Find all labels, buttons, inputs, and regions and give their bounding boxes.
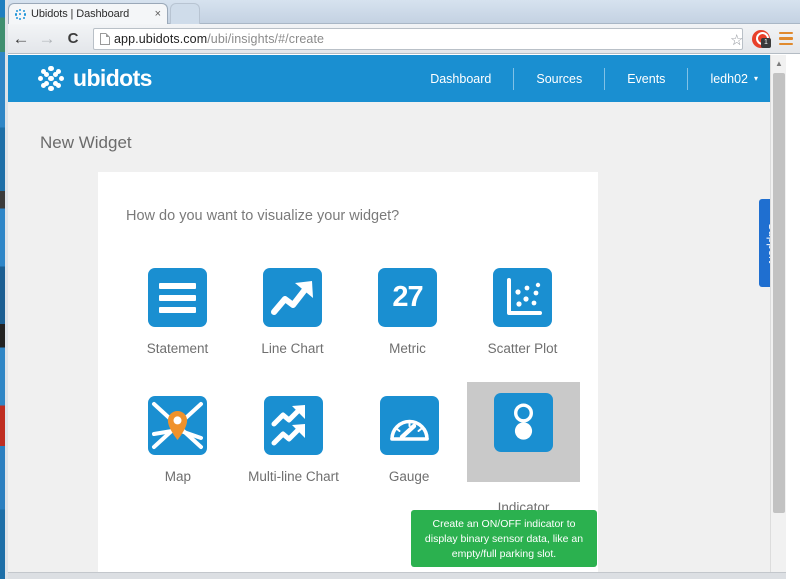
background-window-edge bbox=[0, 0, 8, 579]
page-viewport: ubidots Dashboard Sources Events ledh02 … bbox=[8, 55, 786, 579]
page-info-icon bbox=[100, 33, 110, 45]
card-question: How do you want to visualize your widget… bbox=[126, 208, 400, 224]
url-text: app.ubidots.com/ubi/insights/#/create bbox=[114, 32, 324, 46]
hamburger-menu-icon[interactable] bbox=[779, 32, 793, 46]
widget-option-label: Scatter Plot bbox=[487, 341, 558, 356]
nav-item-label: Events bbox=[627, 71, 666, 86]
tab-strip: Ubidots | Dashboard × bbox=[0, 0, 800, 24]
ubidots-logo-icon bbox=[38, 65, 64, 92]
nav-item-events[interactable]: Events bbox=[605, 67, 689, 90]
indicator-icon bbox=[494, 393, 553, 452]
widget-option-map[interactable]: Map bbox=[120, 382, 236, 510]
scrollbar-thumb[interactable] bbox=[773, 73, 785, 513]
widget-row: Map Multi-line Chart Gauge Indicator bbox=[120, 382, 580, 515]
nav-item-sources[interactable]: Sources bbox=[514, 67, 606, 90]
new-tab-button[interactable] bbox=[170, 3, 200, 24]
tooltip: Create an ON/OFF indicator to display bi… bbox=[411, 510, 597, 567]
nav-item-label: ledh02 bbox=[710, 71, 748, 86]
ubidots-favicon bbox=[14, 8, 26, 20]
brand-name: ubidots bbox=[73, 65, 152, 91]
line-chart-icon bbox=[263, 268, 322, 327]
chevron-down-icon: ▾ bbox=[753, 74, 758, 83]
address-bar[interactable]: app.ubidots.com/ubi/insights/#/create bbox=[93, 28, 743, 50]
widget-option-indicator[interactable]: Indicator bbox=[467, 382, 580, 515]
tab-close-icon[interactable]: × bbox=[155, 8, 161, 20]
extension-badge: 1 bbox=[761, 38, 771, 48]
widget-option-label: Statement bbox=[146, 341, 209, 356]
nav-item-dashboard[interactable]: Dashboard bbox=[408, 67, 515, 90]
widget-option-label: Gauge bbox=[388, 469, 430, 484]
app-logo[interactable]: ubidots bbox=[38, 65, 152, 92]
widget-option-label: Metric bbox=[389, 341, 426, 356]
widget-option-label: Line Chart bbox=[261, 341, 324, 356]
tooltip-text: Create an ON/OFF indicator to display bi… bbox=[424, 518, 584, 560]
nav-item-label: Dashboard bbox=[430, 71, 492, 86]
scroll-up-icon[interactable]: ▲ bbox=[771, 55, 786, 71]
gauge-icon bbox=[379, 396, 439, 455]
metric-icon: 27 bbox=[378, 268, 437, 327]
url-host: app.ubidots.com bbox=[114, 32, 208, 46]
back-icon[interactable]: ← bbox=[8, 26, 34, 52]
widget-option-gauge[interactable]: Gauge bbox=[351, 382, 467, 510]
metric-value: 27 bbox=[392, 281, 423, 313]
app-navbar: ubidots Dashboard Sources Events ledh02 … bbox=[8, 55, 786, 102]
widget-option-line-chart[interactable]: Line Chart bbox=[235, 254, 350, 382]
app-nav-items: Dashboard Sources Events ledh02 ▾ bbox=[408, 55, 786, 102]
screenshot-root: Ubidots | Dashboard × ← → C app.ubidots.… bbox=[0, 0, 800, 579]
extension-icon[interactable]: 1 bbox=[752, 30, 771, 48]
map-icon bbox=[148, 396, 208, 455]
multi-line-chart-icon bbox=[264, 396, 323, 455]
widget-option-label: Multi-line Chart bbox=[248, 469, 339, 484]
reload-icon[interactable]: C bbox=[60, 26, 86, 52]
page-title: New Widget bbox=[40, 133, 132, 152]
tab-title: Ubidots | Dashboard bbox=[31, 8, 130, 20]
statement-icon bbox=[148, 268, 207, 327]
widget-option-multi-line-chart[interactable]: Multi-line Chart bbox=[236, 382, 352, 510]
window-bottom-edge bbox=[8, 572, 786, 579]
widget-type-grid: Statement Line Chart 27 Metric Scatter P… bbox=[120, 254, 580, 515]
widget-option-label: Map bbox=[164, 469, 191, 484]
bookmark-star-icon[interactable]: ☆ bbox=[730, 31, 743, 49]
page-scrollbar[interactable]: ▲ bbox=[770, 55, 786, 579]
widget-option-statement[interactable]: Statement bbox=[120, 254, 235, 382]
browser-tab[interactable]: Ubidots | Dashboard × bbox=[8, 3, 168, 24]
widget-option-scatter-plot[interactable]: Scatter Plot bbox=[465, 254, 580, 382]
widget-row: Statement Line Chart 27 Metric Scatter P… bbox=[120, 254, 580, 382]
nav-item-label: Sources bbox=[536, 71, 583, 86]
forward-icon[interactable]: → bbox=[34, 26, 60, 52]
url-path: /ubi/insights/#/create bbox=[207, 32, 325, 46]
widget-option-metric[interactable]: 27 Metric bbox=[350, 254, 465, 382]
scatter-plot-icon bbox=[493, 268, 552, 327]
